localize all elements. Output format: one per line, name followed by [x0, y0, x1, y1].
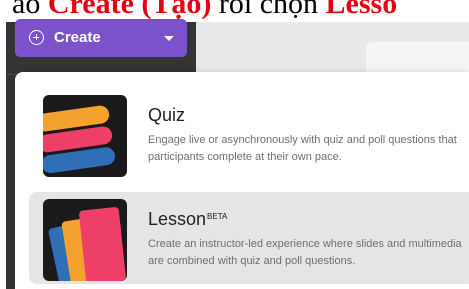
beta-badge: BETA — [207, 212, 228, 221]
create-button[interactable]: Create — [15, 19, 187, 57]
caption-middle: rồi chọn — [211, 0, 326, 20]
quiz-icon — [43, 95, 127, 177]
create-button-label: Create — [54, 29, 101, 46]
caret-down-icon[interactable] — [164, 36, 174, 41]
plus-circle-icon — [29, 30, 44, 45]
lesson-description: Create an instructor-led experience wher… — [148, 238, 462, 267]
quiz-title: Quiz — [148, 105, 186, 125]
menu-item-quiz[interactable]: Quiz Engage live or asynchronously with … — [29, 88, 469, 180]
create-dropdown-menu: Quiz Engage live or asynchronously with … — [15, 72, 469, 289]
menu-item-lesson[interactable]: LessonBETA Create an instructor-led expe… — [29, 192, 469, 284]
caption-create: Create (Tạo) — [47, 0, 212, 20]
lesson-icon — [43, 199, 127, 281]
quiz-description: Engage live or asynchronously with quiz … — [148, 134, 457, 163]
caption-lesson: Lesso — [325, 0, 398, 20]
lesson-title: LessonBETA — [148, 208, 227, 230]
lesson-title-text: Lesson — [148, 209, 207, 229]
caption-prefix: ào — [12, 0, 48, 20]
